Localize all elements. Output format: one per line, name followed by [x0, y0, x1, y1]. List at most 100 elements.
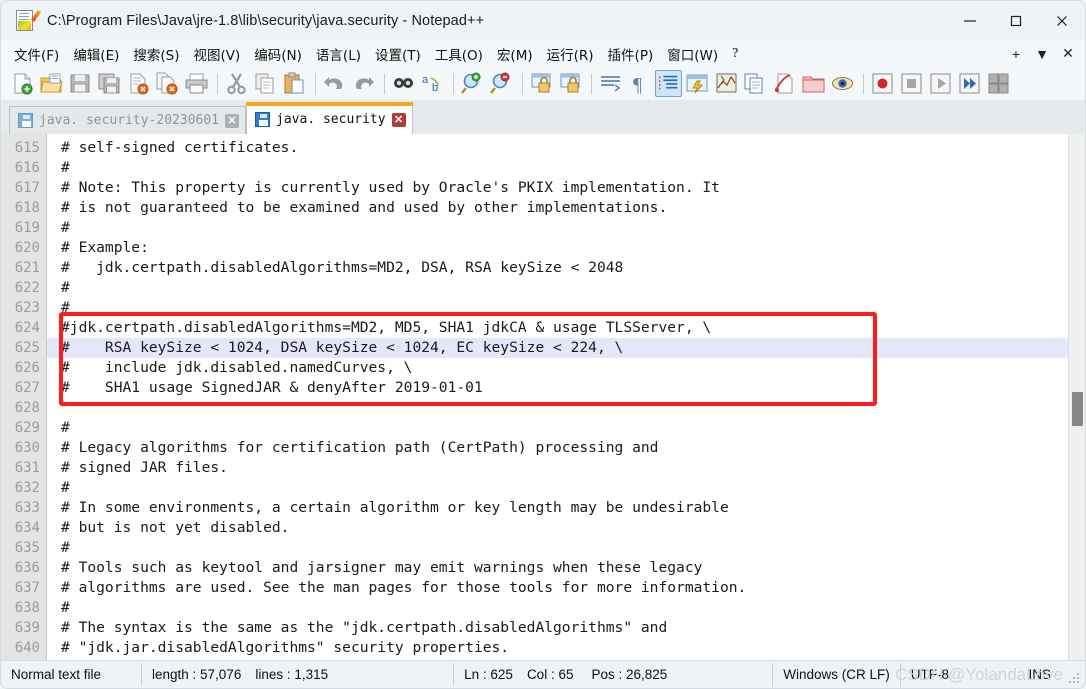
close-file-icon[interactable]: [125, 70, 152, 97]
save-icon[interactable]: [67, 70, 94, 97]
toolbar-separator: [315, 73, 316, 94]
code-line[interactable]: #: [47, 278, 1068, 298]
code-line[interactable]: # but is not yet disabled.: [47, 518, 1068, 538]
monitoring-icon[interactable]: [829, 70, 856, 97]
resize-grip-icon[interactable]: [1069, 673, 1081, 685]
code-line[interactable]: #: [47, 598, 1068, 618]
menu-search[interactable]: 搜索(S): [126, 42, 186, 66]
line-number: 615: [14, 140, 40, 156]
file-browser-icon[interactable]: [771, 70, 798, 97]
code-line[interactable]: # signed JAR files.: [47, 458, 1068, 478]
show-indent-guide-icon[interactable]: [655, 70, 682, 97]
function-list-icon[interactable]: [742, 70, 769, 97]
document-map-icon[interactable]: [713, 70, 740, 97]
line-number-gutter: 615 616 617 618 619 620 621 622 623 624 625 626 627 6…: [1, 134, 47, 660]
line-number: 616: [14, 160, 40, 176]
line-number: 625: [14, 340, 40, 356]
stop-macro-icon[interactable]: [898, 70, 925, 97]
menu-edit[interactable]: 编辑(E): [66, 42, 126, 66]
code-line[interactable]: # SHA1 usage SignedJAR & denyAfter 2019-…: [47, 378, 1068, 398]
code-line[interactable]: #: [47, 298, 1068, 318]
line-number: 623: [14, 300, 40, 316]
tab-java-security-20230601[interactable]: java. security-20230601 ✕: [9, 106, 247, 134]
code-line[interactable]: # In some environments, a certain algori…: [47, 498, 1068, 518]
code-line[interactable]: #: [47, 418, 1068, 438]
toolbar-separator: [522, 73, 523, 94]
menu-encoding[interactable]: 编码(N): [247, 42, 309, 66]
tab-close-icon[interactable]: ✕: [225, 113, 240, 128]
vertical-scrollbar[interactable]: [1068, 134, 1085, 660]
code-line[interactable]: # "jdk.jar.disabledAlgorithms" security …: [47, 638, 1068, 658]
run-macro-multiple-icon[interactable]: [956, 70, 983, 97]
folder-as-workspace-icon[interactable]: [800, 70, 827, 97]
menu-macro[interactable]: 宏(M): [490, 42, 540, 66]
code-line[interactable]: # RSA keySize < 1024, DSA keySize < 1024…: [47, 338, 1068, 358]
document-tab-bar: java. security-20230601 ✕ java. security…: [0, 100, 1086, 134]
menu-plugins[interactable]: 插件(P): [601, 42, 661, 66]
code-line[interactable]: # Note: This property is currently used …: [47, 178, 1068, 198]
code-line[interactable]: # Tools such as keytool and jarsigner ma…: [47, 558, 1068, 578]
code-line[interactable]: # is not guaranteed to be examined and u…: [47, 198, 1068, 218]
close-document-button[interactable]: ✕: [1055, 45, 1081, 62]
zoom-out-icon[interactable]: [488, 70, 515, 97]
save-all-icon[interactable]: [96, 70, 123, 97]
tab-close-icon[interactable]: ✕: [391, 112, 406, 127]
line-number: 622: [14, 280, 40, 296]
minimize-button[interactable]: [947, 1, 993, 41]
line-number: 632: [14, 480, 40, 496]
show-all-characters-icon[interactable]: ¶: [626, 70, 653, 97]
code-line[interactable]: # jdk.certpath.disabledAlgorithms=MD2, D…: [47, 258, 1068, 278]
code-line[interactable]: #: [47, 538, 1068, 558]
sync-horizontal-scroll-icon[interactable]: [557, 70, 584, 97]
line-number: 640: [14, 640, 40, 656]
redo-icon[interactable]: [350, 70, 377, 97]
code-line[interactable]: #: [47, 478, 1068, 498]
line-number: 627: [14, 380, 40, 396]
sync-vertical-scroll-icon[interactable]: [528, 70, 555, 97]
add-tab-button[interactable]: +: [1003, 46, 1029, 62]
save-macro-icon[interactable]: [985, 70, 1012, 97]
code-line[interactable]: #: [47, 218, 1068, 238]
code-line[interactable]: # The syntax is the same as the "jdk.cer…: [47, 618, 1068, 638]
code-line[interactable]: #: [47, 158, 1068, 178]
open-file-icon[interactable]: [38, 70, 65, 97]
find-icon[interactable]: [390, 70, 417, 97]
zoom-in-icon[interactable]: [459, 70, 486, 97]
status-ln: Ln : 625: [464, 667, 513, 682]
menu-help[interactable]: ?: [725, 44, 745, 64]
replace-icon[interactable]: a b: [419, 70, 446, 97]
vertical-scrollbar-thumb[interactable]: [1072, 392, 1083, 426]
code-line[interactable]: # Example:: [47, 238, 1068, 258]
code-line[interactable]: # algorithms are used. See the man pages…: [47, 578, 1068, 598]
maximize-button[interactable]: [993, 1, 1039, 41]
menu-view[interactable]: 视图(V): [187, 42, 248, 66]
word-wrap-icon[interactable]: [597, 70, 624, 97]
copy-icon[interactable]: [252, 70, 279, 97]
menu-language[interactable]: 语言(L): [309, 42, 368, 66]
record-macro-icon[interactable]: [869, 70, 896, 97]
code-line[interactable]: #jdk.certpath.disabledAlgorithms=MD2, MD…: [47, 318, 1068, 338]
new-file-icon[interactable]: [9, 70, 36, 97]
close-all-files-icon[interactable]: [154, 70, 181, 97]
menu-settings[interactable]: 设置(T): [368, 42, 428, 66]
code-line[interactable]: # self-signed certificates.: [47, 138, 1068, 158]
menu-file[interactable]: 文件(F): [7, 42, 66, 66]
code-line[interactable]: # include jdk.disabled.namedCurves, \: [47, 358, 1068, 378]
menu-window[interactable]: 窗口(W): [660, 42, 725, 66]
undo-icon[interactable]: [321, 70, 348, 97]
menu-tools[interactable]: 工具(O): [428, 42, 490, 66]
user-defined-dialog-icon[interactable]: [684, 70, 711, 97]
line-number: 635: [14, 540, 40, 556]
print-icon[interactable]: [183, 70, 210, 97]
play-macro-icon[interactable]: [927, 70, 954, 97]
code-line[interactable]: [47, 398, 1068, 418]
paste-icon[interactable]: [281, 70, 308, 97]
toolbar: a b ¶: [0, 67, 1086, 100]
menu-run[interactable]: 运行(R): [540, 42, 601, 66]
tab-java-security[interactable]: java. security ✕: [246, 102, 413, 134]
tab-list-button[interactable]: ▼: [1029, 46, 1055, 62]
cut-icon[interactable]: [223, 70, 250, 97]
code-text-area[interactable]: # self-signed certificates. # # Note: This…: [47, 134, 1068, 660]
code-line[interactable]: # Legacy algorithms for certification pa…: [47, 438, 1068, 458]
close-button[interactable]: [1039, 1, 1085, 41]
